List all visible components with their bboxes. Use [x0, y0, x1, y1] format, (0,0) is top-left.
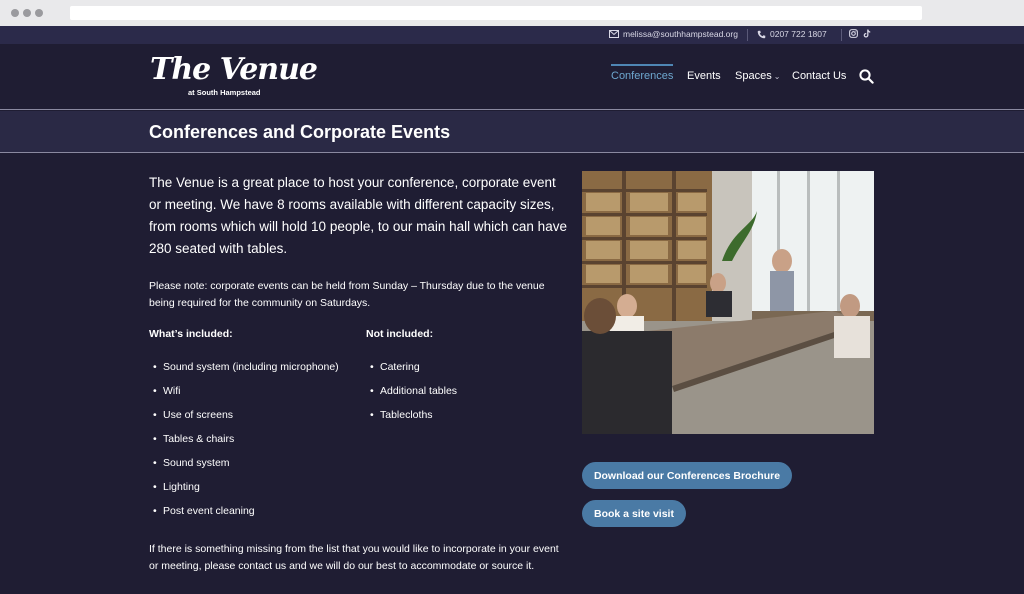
included-list: Sound system (including microphone) Wifi…: [149, 360, 339, 528]
search-icon[interactable]: [859, 69, 874, 89]
phone-link[interactable]: 0207 722 1807: [757, 29, 827, 39]
download-brochure-button[interactable]: Download our Conferences Brochure: [582, 462, 792, 489]
phone-text: 0207 722 1807: [770, 29, 827, 39]
tiktok-icon[interactable]: [863, 29, 871, 38]
address-bar[interactable]: [70, 6, 922, 20]
included-item: Sound system: [149, 456, 339, 480]
note-paragraph: Please note: corporate events can be hel…: [149, 280, 545, 309]
social-links: [849, 29, 871, 38]
window-close-dot[interactable]: [11, 9, 19, 17]
not-included-item: Additional tables: [366, 384, 457, 408]
window-maximize-dot[interactable]: [35, 9, 43, 17]
included-item: Lighting: [149, 480, 339, 504]
not-included-item: Tablecloths: [366, 408, 457, 432]
intro-paragraph: The Venue is a great place to host your …: [149, 175, 567, 256]
not-included-item: Catering: [366, 360, 457, 384]
site-header: The Venue at South Hampstead Conferences…: [0, 44, 1024, 110]
chevron-down-icon: ⌄: [773, 72, 781, 81]
not-included-heading: Not included:: [366, 328, 434, 340]
browser-toolbar: [0, 0, 1024, 26]
nav-spaces-label: Spaces: [735, 70, 772, 82]
nav-spaces[interactable]: Spaces ⌄: [735, 70, 780, 82]
email-text: melissa@southhampstead.org: [623, 29, 738, 39]
page-title: Conferences and Corporate Events: [149, 122, 451, 142]
nav-events[interactable]: Events: [687, 70, 721, 82]
nav-contact-us[interactable]: Contact Us: [792, 70, 846, 82]
footer-paragraph: If there is something missing from the l…: [149, 543, 559, 572]
included-item: Wifi: [149, 384, 339, 408]
included-item: Use of screens: [149, 408, 339, 432]
conference-room-photo: [582, 171, 874, 434]
included-item: Post event cleaning: [149, 504, 339, 528]
logo-wordmark: The Venue: [150, 52, 318, 87]
utility-bar: melissa@southhampstead.org 0207 722 1807: [0, 26, 1024, 44]
window-minimize-dot[interactable]: [23, 9, 31, 17]
page-title-band: Conferences and Corporate Events: [0, 111, 1024, 153]
book-site-visit-button[interactable]: Book a site visit: [582, 500, 686, 527]
phone-icon: [757, 30, 766, 39]
logo-tagline: at South Hampstead: [188, 88, 261, 97]
utility-divider: [841, 29, 842, 41]
included-item: Tables & chairs: [149, 432, 339, 456]
email-link[interactable]: melissa@southhampstead.org: [609, 29, 738, 39]
utility-divider: [747, 29, 748, 41]
nav-conferences[interactable]: Conferences: [611, 64, 674, 82]
included-item: Sound system (including microphone): [149, 360, 339, 384]
instagram-icon[interactable]: [849, 29, 858, 38]
site-logo[interactable]: The Venue at South Hampstead: [150, 52, 318, 100]
included-heading: What’s included:: [149, 328, 233, 340]
mail-icon: [609, 30, 619, 38]
not-included-list: Catering Additional tables Tablecloths: [366, 360, 457, 432]
